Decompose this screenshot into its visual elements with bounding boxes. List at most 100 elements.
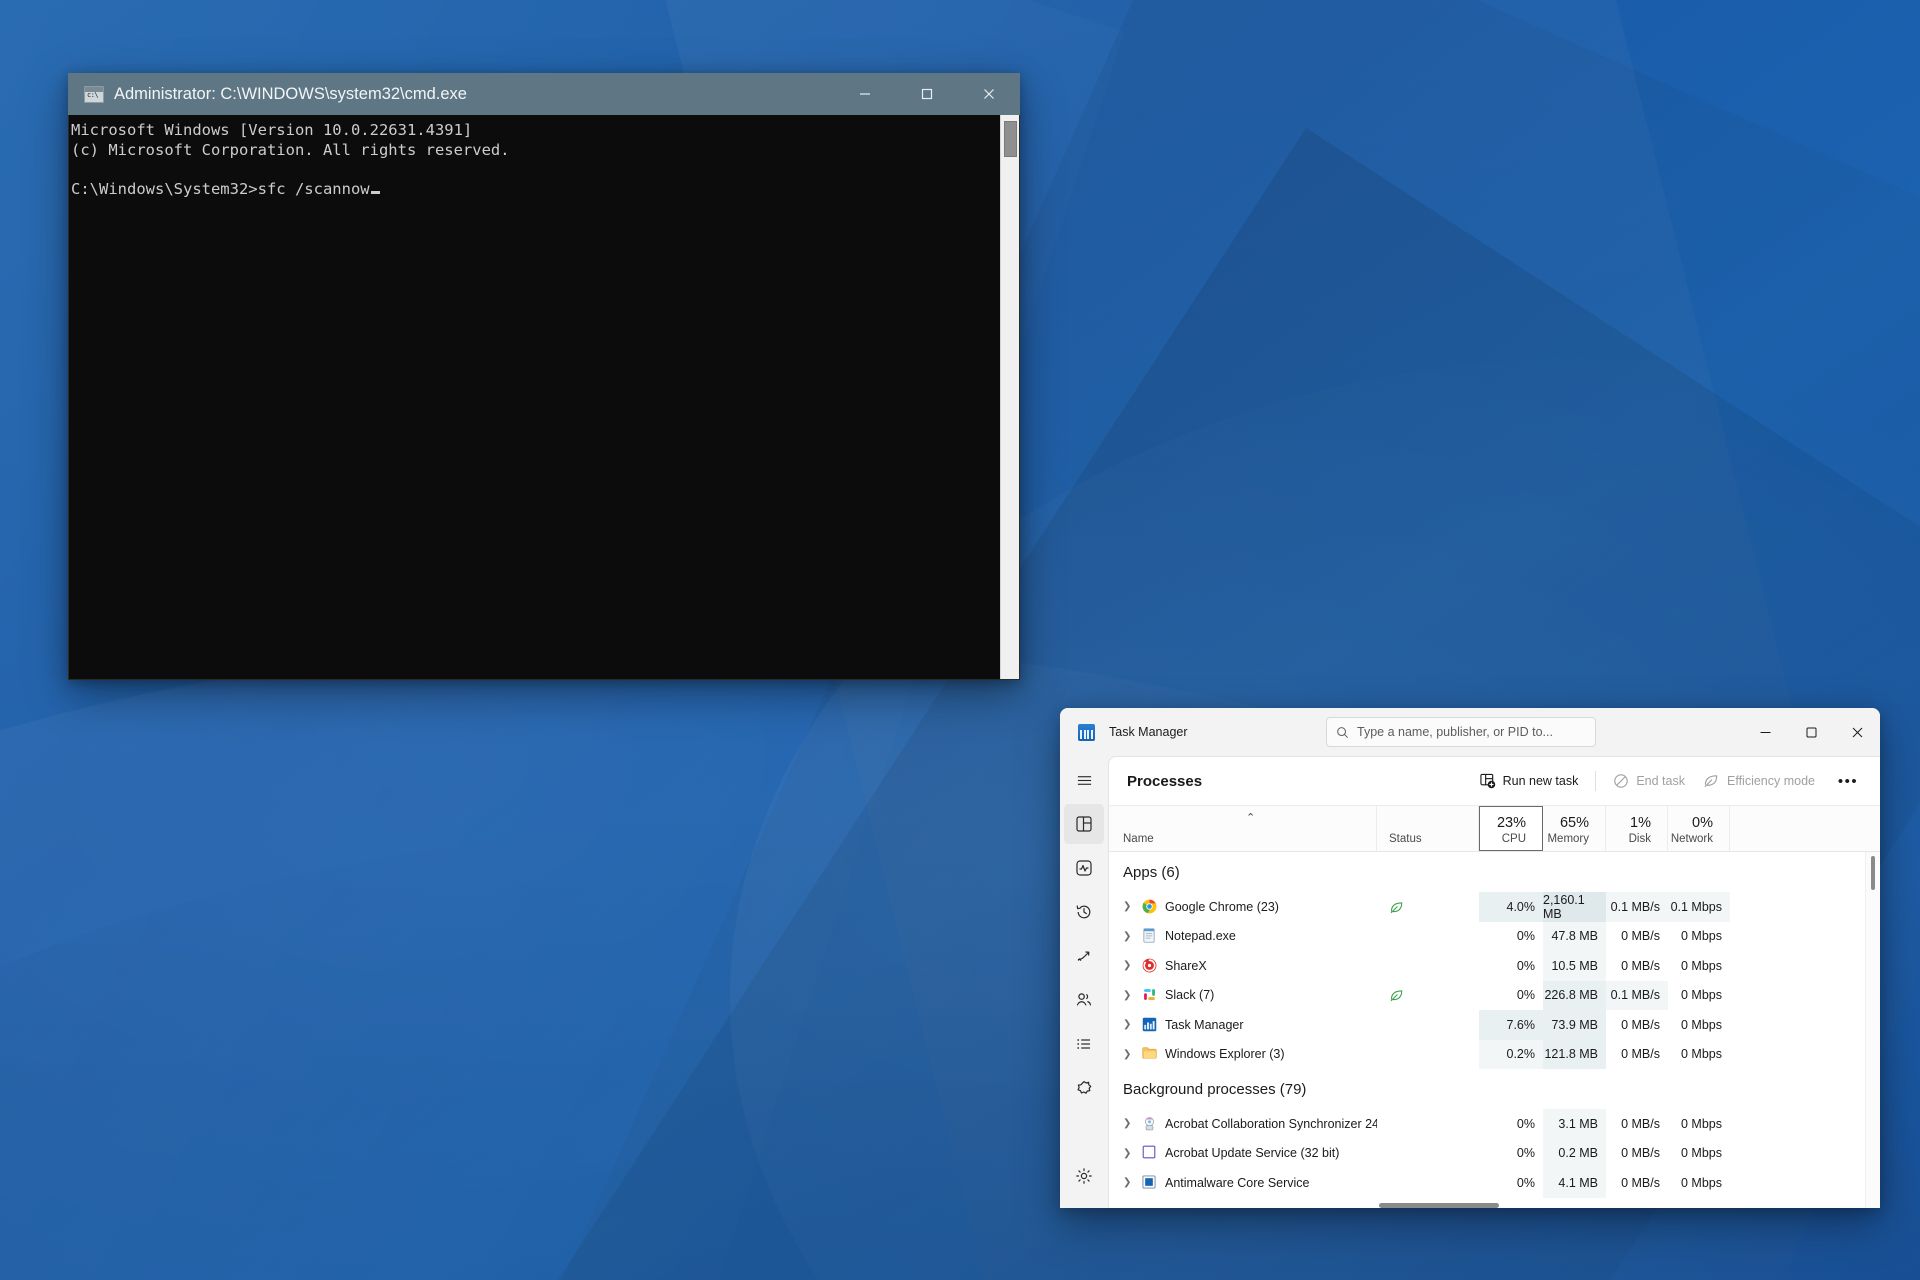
process-cpu-cell: 0% xyxy=(1479,1109,1543,1139)
efficiency-mode-badge xyxy=(1389,988,1404,1002)
column-header-disk[interactable]: 1% Disk xyxy=(1606,806,1668,851)
column-header-memory[interactable]: 65% Memory xyxy=(1543,806,1606,851)
folder-icon xyxy=(1142,1046,1158,1062)
group-cpu-cell xyxy=(1479,852,1543,892)
process-name-cell[interactable]: ❯ ShareX xyxy=(1109,951,1377,981)
process-name-cell[interactable]: ❯ Notepad.exe xyxy=(1109,922,1377,952)
expand-chevron-icon[interactable]: ❯ xyxy=(1123,960,1135,971)
process-name-label: ShareX xyxy=(1165,958,1207,973)
process-name-cell[interactable]: ❯ Acrobat Collaboration Synchronizer 24.5… xyxy=(1109,1109,1377,1139)
process-name-label: Slack (7) xyxy=(1165,988,1215,1003)
efficiency-mode-icon xyxy=(1704,775,1718,788)
more-options-button[interactable]: ••• xyxy=(1832,766,1864,796)
process-disk-cell: 0 MB/s xyxy=(1606,1010,1668,1040)
process-disk-cell: 0 MB/s xyxy=(1606,951,1668,981)
process-memory-cell: 10.5 MB xyxy=(1543,951,1606,981)
process-name-label: Acrobat Collaboration Synchronizer 24.5 … xyxy=(1165,1116,1377,1131)
expand-chevron-icon[interactable]: ❯ xyxy=(1123,1019,1135,1030)
processes-icon xyxy=(1076,816,1092,832)
hamburger-icon xyxy=(1077,775,1091,785)
processes-horizontal-scrollbar[interactable] xyxy=(1379,1203,1499,1208)
sidebar-item-performance[interactable] xyxy=(1064,848,1104,888)
process-cpu-cell: 7.6% xyxy=(1479,1010,1543,1040)
expand-chevron-icon[interactable]: ❯ xyxy=(1123,901,1135,912)
processes-scrollbar-thumb[interactable] xyxy=(1871,856,1875,890)
cmd-window-title: Administrator: C:\WINDOWS\system32\cmd.e… xyxy=(114,84,467,103)
process-name-cell[interactable]: ❯ Task Manager xyxy=(1109,1010,1377,1040)
process-network-cell: 0 Mbps xyxy=(1668,1039,1730,1069)
sidebar-item-settings[interactable] xyxy=(1064,1156,1104,1196)
processes-list[interactable]: Apps (6) ❯ Google Chrome (23) 4.0% 2,160.1 M… xyxy=(1109,852,1880,1208)
task-manager-titlebar[interactable]: Task Manager Type a name, publisher, or … xyxy=(1060,708,1880,756)
sidebar-item-processes[interactable] xyxy=(1064,804,1104,844)
expand-chevron-icon[interactable]: ❯ xyxy=(1123,1148,1135,1159)
cmd-minimize-button[interactable] xyxy=(834,73,896,115)
process-name-cell[interactable]: ❯ Acrobat Update Service (32 bit) xyxy=(1109,1139,1377,1169)
table-row[interactable]: ❯ Task Manager 7.6% 73.9 MB 0 MB/s 0 Mbps xyxy=(1109,1010,1880,1040)
process-name-label: Acrobat Update Service (32 bit) xyxy=(1165,1146,1340,1161)
column-header-status[interactable]: Status xyxy=(1377,806,1479,851)
tm-maximize-button[interactable] xyxy=(1788,708,1834,756)
cmd-text-cursor xyxy=(370,190,380,194)
tm-minimize-button[interactable] xyxy=(1742,708,1788,756)
process-cpu-cell: 0.2% xyxy=(1479,1039,1543,1069)
cmd-maximize-button[interactable] xyxy=(896,73,958,115)
efficiency-mode-badge xyxy=(1389,900,1404,914)
sidebar-item-services[interactable] xyxy=(1064,1068,1104,1108)
process-group-title: Apps (6) xyxy=(1109,852,1377,892)
table-row[interactable]: ❯ Slack (7) 0% 226.8 MB 0.1 MB/s 0 Mbps xyxy=(1109,980,1880,1011)
table-row[interactable]: ❯ Acrobat Collaboration Synchronizer 24.5… xyxy=(1109,1109,1880,1139)
table-row[interactable]: ❯ Antimalware Core Service 0% 4.1 MB 0 MB/s 0… xyxy=(1109,1168,1880,1198)
column-header-status-label: Status xyxy=(1389,833,1422,845)
expand-chevron-icon[interactable]: ❯ xyxy=(1123,1118,1135,1129)
sidebar-item-users[interactable] xyxy=(1064,980,1104,1020)
sidebar-item-hamburger[interactable] xyxy=(1064,760,1104,800)
column-header-cpu[interactable]: 23% CPU xyxy=(1479,806,1543,851)
sidebar-item-startup-apps[interactable] xyxy=(1064,936,1104,976)
process-memory-cell: 226.8 MB xyxy=(1543,980,1606,1010)
search-input[interactable]: Type a name, publisher, or PID to... xyxy=(1326,717,1596,747)
column-header-network[interactable]: 0% Network xyxy=(1668,806,1730,851)
task-manager-window[interactable]: Task Manager Type a name, publisher, or … xyxy=(1060,708,1880,1208)
cmd-titlebar[interactable]: Administrator: C:\WINDOWS\system32\cmd.e… xyxy=(68,73,1020,115)
table-row[interactable]: ❯ Acrobat Update Service (32 bit) 0% 0.2 MB… xyxy=(1109,1138,1880,1169)
acrobat-update-icon xyxy=(1142,1145,1158,1161)
efficiency-mode-button[interactable]: Efficiency mode xyxy=(1694,766,1824,796)
run-new-task-button[interactable]: Run new task xyxy=(1471,766,1588,796)
process-name-cell[interactable]: ❯ Antimalware Core Service xyxy=(1109,1168,1377,1198)
table-row[interactable]: ❯ Notepad.exe 0% 47.8 MB 0 MB/s 0 Mbps xyxy=(1109,921,1880,952)
process-name-cell[interactable]: ❯ Windows Explorer (3) xyxy=(1109,1040,1377,1070)
details-list-icon xyxy=(1077,1039,1090,1049)
end-task-button[interactable]: End task xyxy=(1604,766,1694,796)
cmd-console-body[interactable]: Microsoft Windows [Version 10.0.22631.43… xyxy=(68,115,1020,680)
group-cpu-cell xyxy=(1479,1069,1543,1109)
cmd-scrollbar-thumb[interactable] xyxy=(1004,121,1017,157)
table-row[interactable]: ❯ Google Chrome (23) 4.0% 2,160.1 MB 0.1 MB/… xyxy=(1109,892,1880,922)
process-filler-cell xyxy=(1730,1109,1880,1139)
network-total-percent: 0% xyxy=(1692,815,1713,831)
startup-icon xyxy=(1077,951,1090,961)
task-manager-window-controls xyxy=(1742,708,1880,756)
cmd-icon xyxy=(84,85,104,103)
task-manager-toolbar: Processes Run new task End task Efficien… xyxy=(1109,757,1880,805)
table-row[interactable]: ❯ ShareX 0% 10.5 MB 0 MB/s 0 Mbps xyxy=(1109,951,1880,981)
tm-close-button[interactable] xyxy=(1834,708,1880,756)
column-header-name[interactable]: ⌃ Name xyxy=(1109,806,1377,851)
expand-chevron-icon[interactable]: ❯ xyxy=(1123,1049,1135,1060)
processes-vertical-scrollbar[interactable] xyxy=(1865,852,1880,1208)
cmd-vertical-scrollbar[interactable] xyxy=(1000,115,1019,679)
sidebar-item-app-history[interactable] xyxy=(1064,892,1104,932)
process-name-cell[interactable]: ❯ Slack (7) xyxy=(1109,981,1377,1011)
expand-chevron-icon[interactable]: ❯ xyxy=(1123,990,1135,1001)
sidebar-item-details[interactable] xyxy=(1064,1024,1104,1064)
process-name-cell[interactable]: ❯ Google Chrome (23) xyxy=(1109,892,1377,922)
expand-chevron-icon[interactable]: ❯ xyxy=(1123,931,1135,942)
command-prompt-window[interactable]: Administrator: C:\WINDOWS\system32\cmd.e… xyxy=(68,73,1020,680)
expand-chevron-icon[interactable]: ❯ xyxy=(1123,1177,1135,1188)
group-filler-cell xyxy=(1730,852,1880,892)
cpu-total-percent: 23% xyxy=(1496,815,1526,831)
group-disk-cell xyxy=(1606,1069,1668,1109)
cmd-close-button[interactable] xyxy=(958,73,1020,115)
performance-icon xyxy=(1076,860,1092,876)
table-row[interactable]: ❯ Windows Explorer (3) 0.2% 121.8 MB 0 MB/s 0… xyxy=(1109,1039,1880,1070)
